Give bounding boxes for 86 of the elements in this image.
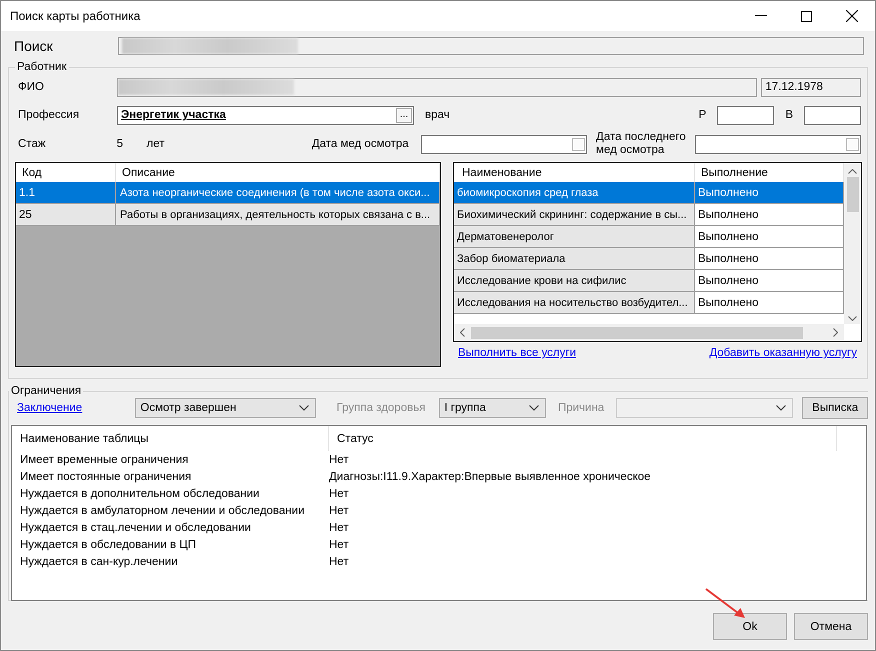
profession-type: врач xyxy=(425,109,450,121)
browse-button[interactable]: ... xyxy=(396,108,412,122)
list-cell: Нет xyxy=(328,522,349,534)
conclusion-link[interactable]: Заключение xyxy=(17,402,136,414)
table-cell: 25 xyxy=(16,204,116,225)
status-dropdown[interactable]: Осмотр завершен xyxy=(135,398,316,418)
chevron-left-icon[interactable] xyxy=(460,328,465,337)
list-cell-text: Нуждается в сан-кур.лечении xyxy=(19,556,179,568)
fio-label: ФИО xyxy=(17,81,45,93)
table-cell: Работы в организациях, деятельность которых связана с в... xyxy=(116,204,440,225)
list-cell: Нет xyxy=(328,488,349,500)
health-group-label: Группа здоровья xyxy=(336,402,426,414)
window-title: Поиск карты работника xyxy=(10,9,140,23)
last-exam-date-label: Дата последнего мед осмотра xyxy=(596,131,687,157)
reason-label: Причина xyxy=(558,402,604,414)
caret-icon xyxy=(528,405,539,411)
table-row[interactable]: 1.1 Азота неорганические соединения (в том числе азота окси... xyxy=(16,182,440,204)
table-cell: 1.1 xyxy=(16,182,116,203)
table-cell: Выполнено xyxy=(695,226,844,247)
maximize-icon[interactable] xyxy=(801,10,812,22)
profession-field[interactable]: Энергетик участка ... xyxy=(117,106,414,124)
search-label: Поиск xyxy=(14,38,54,54)
list-cell: Нет xyxy=(328,538,349,550)
table-cell: Выполнено xyxy=(695,204,844,225)
v-label: В xyxy=(785,109,793,121)
v-field[interactable] xyxy=(804,106,861,124)
profession-label: Профессия xyxy=(17,109,80,121)
caret-icon xyxy=(298,405,309,411)
r-label: Р xyxy=(698,109,706,121)
profession-value: Энергетик участка xyxy=(121,109,226,121)
exam-date-field[interactable] xyxy=(420,134,588,154)
chevron-down-icon[interactable] xyxy=(848,316,857,321)
date-checkbox[interactable] xyxy=(572,138,586,150)
fio-field[interactable] xyxy=(116,78,758,96)
table-cell: Выполнено xyxy=(695,292,844,313)
vertical-scrollbar[interactable] xyxy=(844,163,861,324)
list-cell: Нет xyxy=(328,454,349,466)
r-field[interactable] xyxy=(717,106,774,124)
table-cell: Выполнено xyxy=(695,182,844,203)
link[interactable]: Выполнить все услуги xyxy=(458,347,576,359)
list-cell-text: Нуждается в обследовании в ЦП xyxy=(19,538,198,550)
list-cell-text: Имеет постоянные ограничения xyxy=(19,470,192,482)
table-row[interactable]: Биохимический скрининг: содержание в сы... Выполнено xyxy=(454,204,844,226)
list-cell-text: Имеет временные ограничения xyxy=(19,454,190,466)
birth-date-field[interactable]: 17.12.1978 xyxy=(761,78,861,96)
list-cell: Нет xyxy=(328,504,349,516)
group-title: Работник xyxy=(16,61,68,73)
table-row[interactable]: Забор биоматериала Выполнено xyxy=(454,248,844,270)
experience-unit: лет xyxy=(146,138,166,150)
table-row[interactable]: Исследование крови на сифилис Выполнено xyxy=(454,270,844,292)
list-cell-text: Нуждается в стац.лечении и обследовании xyxy=(19,522,252,534)
table-cell: Выполнено xyxy=(695,248,844,269)
caret-icon xyxy=(776,405,786,411)
date-checkbox[interactable] xyxy=(846,138,860,150)
scroll-thumb[interactable] xyxy=(471,326,803,338)
table-cell: Выполнено xyxy=(695,270,844,291)
column-header[interactable]: Наименование таблицы xyxy=(12,426,329,451)
list-cell-text: Нуждается в дополнительном обследовании xyxy=(19,488,260,500)
experience-label: Стаж xyxy=(17,138,47,150)
experience-value: 5 xyxy=(116,138,124,150)
search-field[interactable] xyxy=(118,37,864,55)
scroll-thumb[interactable] xyxy=(846,177,858,212)
extract-button[interactable]: Выписка xyxy=(802,397,868,419)
exam-date-label: Дата мед осмотра xyxy=(312,138,409,150)
annotation-arrow xyxy=(704,587,748,621)
group-title: Ограничения xyxy=(10,385,82,397)
list-cell-text: Нуждается в амбулаторном лечении и обследовании xyxy=(19,504,306,516)
horizontal-scrollbar[interactable] xyxy=(454,324,844,341)
column-header[interactable]: Статус xyxy=(329,426,837,451)
table-row[interactable]: 25 Работы в организациях, деятельность которых связана с в... xyxy=(16,204,440,226)
table-cell: биомикроскопия сред глаза xyxy=(454,182,695,203)
table-row[interactable]: Исследования на носительство возбудител... Выполнено xyxy=(454,292,844,314)
last-exam-date-field[interactable] xyxy=(694,134,862,154)
list-cell: Нет xyxy=(328,556,349,568)
link[interactable]: Добавить оказанную услугу xyxy=(709,347,857,359)
ok-button[interactable]: Ok xyxy=(713,613,787,640)
table-row[interactable]: биомикроскопия сред глаза Выполнено xyxy=(454,182,844,204)
close-icon[interactable] xyxy=(846,10,858,22)
table-cell: Азота неорганические соединения (в том числе азота окси... xyxy=(116,182,440,203)
chevron-right-icon[interactable] xyxy=(833,328,838,337)
table-row[interactable]: Дерматовенеролог Выполнено xyxy=(454,226,844,248)
health-group-dropdown[interactable]: I группа xyxy=(439,398,546,418)
list-cell: Диагнозы:I11.9.Характер:Впервые выявленное хроническое xyxy=(328,470,651,482)
minimize-icon[interactable] xyxy=(755,15,767,17)
cancel-button[interactable]: Отмена xyxy=(794,613,868,640)
chevron-up-icon[interactable] xyxy=(848,169,857,174)
